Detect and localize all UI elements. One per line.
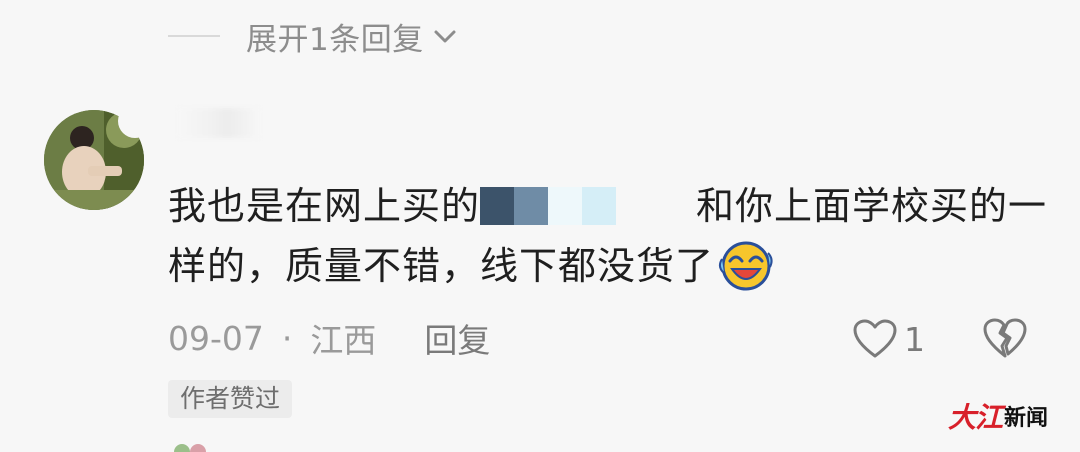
- censor-block: [480, 187, 515, 225]
- next-comment-avatar-peek: [174, 444, 206, 452]
- reply-button[interactable]: 回复: [424, 314, 490, 362]
- comment-location: 江西: [310, 321, 377, 360]
- laughing-crying-emoji-icon: [718, 241, 773, 291]
- comment-meta: 09-07 · 江西 回复: [168, 314, 490, 362]
- author-liked-badge: 作者赞过: [168, 380, 293, 418]
- watermark-black-text: 新闻: [1004, 406, 1049, 431]
- censor-block: [514, 187, 549, 225]
- expand-replies-label: 展开1条回复: [246, 21, 424, 58]
- watermark-red-text: 大江: [948, 401, 1003, 434]
- like-button[interactable]: 1: [852, 318, 925, 360]
- like-count: 1: [904, 319, 925, 359]
- censor-block: [548, 187, 583, 225]
- expand-replies-button[interactable]: 展开1条回复: [168, 14, 458, 58]
- comment-date: 09-07: [168, 318, 264, 358]
- watermark-logo: 大江 新闻: [948, 396, 1048, 436]
- username-blurred: [178, 108, 260, 138]
- censor-block: [616, 187, 696, 225]
- censor-block: [582, 187, 617, 225]
- comment-text-part-1: 我也是在网上买的: [168, 184, 481, 228]
- meta-separator: ·: [281, 318, 293, 358]
- broken-heart-icon: [983, 318, 1027, 358]
- dislike-button[interactable]: [982, 316, 1028, 364]
- heart-icon: [853, 319, 897, 358]
- avatar-badge: [118, 104, 152, 138]
- chevron-down-icon: [434, 30, 456, 43]
- comment-text: 我也是在网上买的 和你上面学校买的一样的，质量不错，线下都没货了: [168, 176, 1048, 296]
- expand-divider-line: [168, 35, 220, 37]
